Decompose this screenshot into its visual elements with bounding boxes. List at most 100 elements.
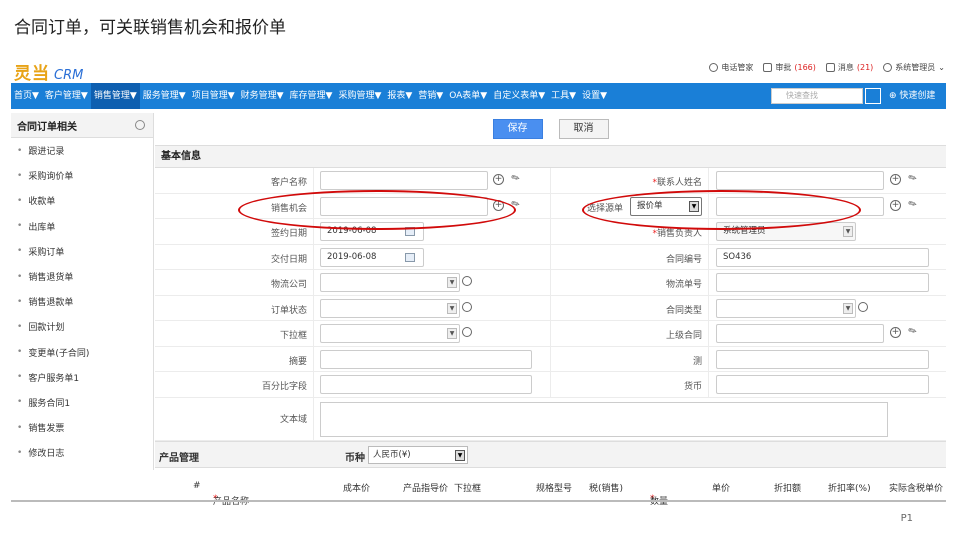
contract-no-input[interactable]: SO436 xyxy=(716,247,929,267)
source-label: 选择源单 xyxy=(587,203,624,214)
nav-item-custom-form[interactable]: 自定义表单▼ xyxy=(490,83,548,109)
col-unit-price: 单价 xyxy=(712,483,731,494)
customer-input[interactable] xyxy=(320,171,488,190)
cancel-button[interactable]: 取消 xyxy=(558,119,609,139)
source-input[interactable] xyxy=(716,196,884,216)
parent-contract-input[interactable] xyxy=(716,324,884,343)
quick-search-input[interactable]: 快速查找 xyxy=(771,88,863,104)
sidebar-item[interactable]: • 回款计划 xyxy=(11,314,153,339)
logistics-select[interactable]: ▼ xyxy=(320,273,460,292)
nav-item-oa[interactable]: OA表单▼ xyxy=(446,83,490,109)
search-icon[interactable] xyxy=(865,88,881,104)
quick-create-button[interactable]: ⊕ 快速创建 xyxy=(889,83,935,109)
chevron-down-icon: ⌄ xyxy=(938,63,945,72)
eraser-icon[interactable]: ✎ xyxy=(906,172,921,187)
message-link[interactable]: 消息 (21) xyxy=(825,62,873,73)
chevron-down-icon: ▼ xyxy=(843,302,853,314)
sidebar-item[interactable]: • 修改日志 xyxy=(11,440,153,465)
sales-owner-label: *销售负责人 xyxy=(652,229,702,239)
currency-type-label: 币种 xyxy=(345,452,365,464)
eraser-icon[interactable]: ✎ xyxy=(906,197,921,212)
test-input[interactable] xyxy=(716,349,929,369)
sidebar-item[interactable]: • 客户服务单1 xyxy=(11,365,153,390)
sidebar-item-label: 客户服务单1 xyxy=(28,373,80,384)
sidebar-item[interactable]: • 服务合同1 xyxy=(11,390,153,415)
currency-type-select[interactable]: 人民币(¥) ▼ xyxy=(368,445,468,464)
nav-item-inventory[interactable]: 库存管理▼ xyxy=(287,83,336,109)
col-discount-rate: 折扣率(%) xyxy=(828,483,871,494)
gear-icon[interactable] xyxy=(462,276,472,286)
currency-input[interactable] xyxy=(716,375,929,394)
dropdown-select[interactable]: ▼ xyxy=(320,324,460,343)
percent-label: 百分比字段 xyxy=(261,382,307,392)
sidebar-item[interactable]: • 跟进记录 xyxy=(11,138,153,163)
nav-item-tools[interactable]: 工具▼ xyxy=(548,83,579,109)
sidebar-item[interactable]: • 收款单 xyxy=(11,188,153,213)
opportunity-input[interactable] xyxy=(320,196,488,216)
summary-input[interactable] xyxy=(320,349,532,369)
order-status-select[interactable]: ▼ xyxy=(320,298,460,318)
form-row: 订单状态 ▼ 合同类型 ▼ xyxy=(155,295,946,321)
contract-form: 保存 取消 基本信息 客户名称 + ✎ *联系人姓名 + ✎ 销售机会 + ✎ … xyxy=(155,113,946,507)
gear-icon[interactable] xyxy=(462,301,472,312)
approve-link[interactable]: 审批 (166) xyxy=(763,62,816,73)
sales-owner-value: 系统管理员 xyxy=(723,226,766,236)
sidebar-item[interactable]: • 销售退货单 xyxy=(11,264,153,289)
user-menu[interactable]: 系统管理员 ⌄ xyxy=(883,62,945,73)
chevron-down-icon: ▼ xyxy=(843,226,853,237)
nav-item-purchase[interactable]: 采购管理▼ xyxy=(335,83,384,109)
nav-item-project[interactable]: 项目管理▼ xyxy=(189,83,238,109)
calendar-icon[interactable] xyxy=(405,252,415,262)
delivery-date-input[interactable]: 2019-06-08 xyxy=(320,247,424,267)
nav-item-home[interactable]: 首页▼ xyxy=(11,83,42,109)
sales-owner-select[interactable]: 系统管理员 ▼ xyxy=(716,222,856,241)
add-icon[interactable]: + xyxy=(890,174,901,185)
currency-label: 货币 xyxy=(683,382,702,392)
tracking-no-input[interactable] xyxy=(716,273,929,292)
sign-date-input[interactable]: 2019-06-08 xyxy=(320,222,424,241)
sidebar-item-label: 销售退款单 xyxy=(28,298,74,309)
sidebar-item-label: 销售发票 xyxy=(28,424,65,435)
sidebar-item[interactable]: • 出库单 xyxy=(11,214,153,239)
sidebar-item[interactable]: • 销售退款单 xyxy=(11,289,153,314)
summary-label: 摘要 xyxy=(288,356,307,367)
eraser-icon[interactable]: ✎ xyxy=(509,172,524,187)
eraser-icon[interactable]: ✎ xyxy=(906,325,921,340)
phone-manager-link[interactable]: 电话管家 xyxy=(709,62,753,73)
nav-item-finance[interactable]: 财务管理▼ xyxy=(238,83,287,109)
sales-owner-label-text: 销售负责人 xyxy=(656,229,702,239)
sidebar-item[interactable]: • 变更单(子合同) xyxy=(11,340,153,365)
contact-label-text: 联系人姓名 xyxy=(656,178,702,188)
text-field-textarea[interactable] xyxy=(320,401,888,437)
gear-icon[interactable] xyxy=(858,301,868,312)
gear-icon[interactable] xyxy=(462,327,472,337)
sidebar-item[interactable]: • 销售发票 xyxy=(11,415,153,440)
nav-item-settings[interactable]: 设置▼ xyxy=(579,83,610,109)
sidebar-item[interactable]: • 采购询价单 xyxy=(11,163,153,188)
nav-item-sales[interactable]: 销售管理▼ xyxy=(90,83,140,109)
contract-type-select[interactable]: ▼ xyxy=(716,298,856,318)
form-row: 销售机会 + ✎ 选择源单 报价单 ▼ + ✎ xyxy=(155,193,946,219)
eraser-icon[interactable]: ✎ xyxy=(509,197,524,212)
gear-icon[interactable] xyxy=(135,120,145,130)
contact-input[interactable] xyxy=(716,171,884,190)
nav-item-marketing[interactable]: 营销▼ xyxy=(415,83,446,109)
main-nav: 首页▼ 客户管理▼ 销售管理▼ 服务管理▼ 项目管理▼ 财务管理▼ 库存管理▼ … xyxy=(11,83,946,109)
form-row: 客户名称 + ✎ *联系人姓名 + ✎ xyxy=(155,168,946,194)
nav-item-customer[interactable]: 客户管理▼ xyxy=(42,83,91,109)
form-row: 摘要 测 xyxy=(155,346,946,372)
nav-item-report[interactable]: 报表▼ xyxy=(384,83,415,109)
source-select[interactable]: 报价单 ▼ xyxy=(630,196,702,216)
save-button[interactable]: 保存 xyxy=(492,119,543,139)
sidebar-item[interactable]: • 采购订单 xyxy=(11,239,153,264)
sidebar-item-label: 销售退货单 xyxy=(28,273,74,284)
add-icon[interactable]: + xyxy=(493,174,504,185)
percent-input[interactable] xyxy=(320,375,532,394)
add-icon[interactable]: + xyxy=(890,199,901,211)
nav-item-service[interactable]: 服务管理▼ xyxy=(140,83,189,109)
slide: { "slide": {"title": "合同订单，可关联销售机会和报价单",… xyxy=(0,0,963,540)
crm-logo[interactable]: 灵当 CRM xyxy=(14,59,83,84)
add-icon[interactable]: + xyxy=(493,199,504,211)
calendar-icon[interactable] xyxy=(405,227,415,236)
add-icon[interactable]: + xyxy=(890,327,901,338)
